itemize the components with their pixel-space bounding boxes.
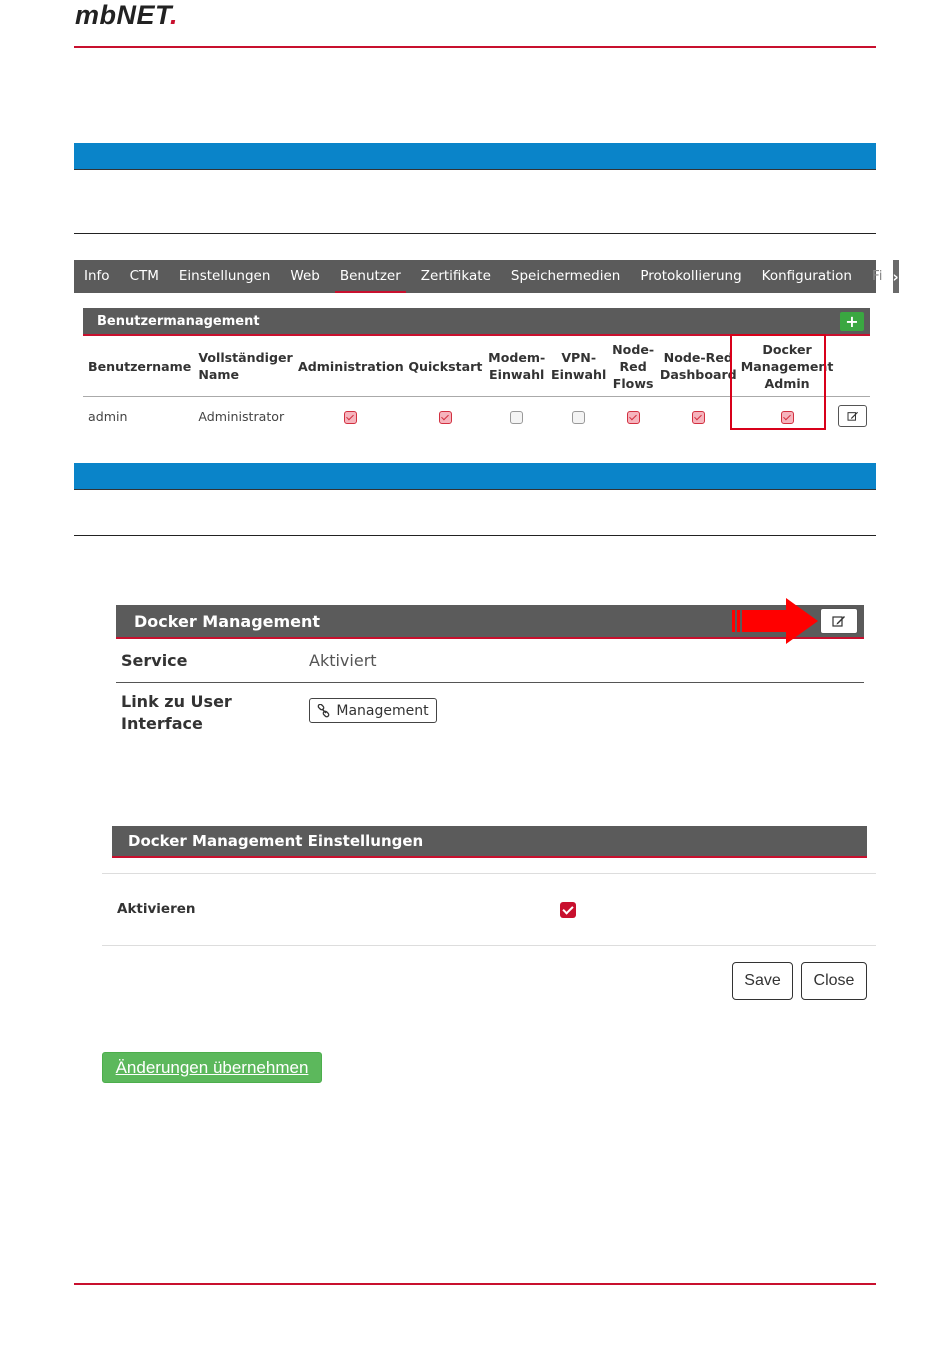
nav-tab-einstellungen[interactable]: Einstellungen — [169, 260, 281, 293]
edit-icon — [847, 411, 858, 421]
nav-tab-speichermedien[interactable]: Speichermedien — [501, 260, 630, 293]
cell-actions — [835, 397, 870, 436]
docker-row-divider — [116, 682, 864, 683]
section-band-1 — [74, 143, 876, 170]
activate-label: Aktivieren — [117, 901, 196, 917]
cell-permission — [484, 397, 549, 436]
nav-tab-benutzer[interactable]: Benutzer — [330, 260, 411, 293]
link-ui-label-line1: Link zu User — [121, 692, 232, 711]
column-header-line: VPN- — [561, 350, 597, 365]
nav-tab-overflow[interactable]: Fi — [862, 260, 893, 293]
cell-permission — [658, 397, 739, 436]
save-button[interactable]: Save — [732, 962, 793, 1000]
column-header-line: Benutzername — [88, 358, 192, 374]
column-header: Vollständiger Name — [193, 336, 296, 397]
column-header: Benutzername — [83, 336, 194, 397]
column-header-line: Dashboard — [659, 367, 737, 382]
column-header-line: Einwahl — [489, 367, 545, 382]
section-rule-2 — [74, 535, 876, 536]
section-band-2 — [74, 463, 876, 490]
main-nav: Info CTM Einstellungen Web Benutzer Zertifika… — [74, 260, 899, 293]
docker-panel-title: Docker Management — [134, 611, 321, 631]
settings-bottom-rule — [102, 945, 876, 946]
add-user-button[interactable]: + — [840, 311, 864, 331]
settings-panel-header: Docker Management Einstellungen — [112, 826, 867, 858]
cell-fullname: Administrator — [198, 408, 285, 424]
link-ui-label-line2: Interface — [121, 714, 203, 733]
cell-permission — [549, 397, 608, 436]
permission-checkbox[interactable] — [626, 410, 640, 424]
permission-checkbox[interactable] — [438, 410, 452, 424]
column-header-line: Node- — [612, 341, 655, 357]
cell-username: admin — [88, 408, 128, 424]
docker-edit-button[interactable] — [820, 608, 858, 634]
column-header-line: Modem- — [488, 350, 546, 365]
apply-changes-button[interactable]: Änderungen übernehmen — [102, 1052, 322, 1083]
settings-top-rule — [102, 873, 876, 874]
column-header-line: Name — [198, 367, 240, 382]
nav-tab-zertifikate[interactable]: Zertifikate — [411, 260, 501, 293]
link-icon — [318, 703, 330, 717]
service-value: Aktiviert — [309, 651, 377, 670]
permission-checkbox[interactable] — [691, 410, 705, 424]
column-header-line: Flows — [612, 375, 654, 391]
service-label: Service — [121, 651, 188, 670]
permission-checkbox[interactable] — [572, 410, 586, 424]
management-link-label: Management — [336, 702, 429, 719]
nav-tab-info[interactable]: Info — [74, 260, 120, 293]
header-divider — [74, 46, 876, 48]
nav-tab-protokollierung[interactable]: Protokollierung — [630, 260, 751, 293]
column-header: Modem- Einwahl — [484, 336, 550, 397]
cell-permission — [295, 397, 406, 436]
nav-tab-konfiguration[interactable]: Konfiguration — [752, 260, 862, 293]
column-header-line: Administration — [298, 358, 404, 374]
settings-panel-title: Docker Management Einstellungen — [128, 832, 424, 850]
link-ui-label: Link zu User Interface — [121, 691, 232, 735]
edit-user-button[interactable] — [838, 405, 868, 427]
column-header-line: Quickstart — [408, 358, 483, 374]
activate-checkbox[interactable] — [560, 902, 576, 918]
permission-checkbox[interactable] — [344, 410, 358, 424]
column-header: Administration — [295, 336, 407, 397]
permission-checkbox[interactable] — [510, 410, 524, 424]
highlight-docker-admin-column — [730, 334, 826, 430]
cell-permission — [608, 397, 658, 436]
nav-tab-ctm[interactable]: CTM — [120, 260, 169, 293]
footer-divider — [74, 1283, 876, 1285]
user-panel-header: Benutzermanagement + — [83, 308, 870, 336]
red-arrow-icon — [732, 598, 818, 644]
chevron-right-icon[interactable]: › — [892, 260, 899, 293]
edit-icon — [832, 616, 845, 627]
cell-permission — [406, 397, 484, 436]
column-header-line: Einwahl — [551, 367, 607, 382]
close-button[interactable]: Close — [801, 962, 867, 1000]
mbnet-logo: mbNET. — [75, 0, 179, 30]
column-header-line: Node-Red — [663, 350, 733, 365]
management-link-button[interactable]: Management — [309, 698, 437, 723]
nav-tab-web[interactable]: Web — [280, 260, 329, 293]
column-header-actions — [835, 336, 870, 397]
column-header: Node- Red Flows — [608, 336, 658, 397]
column-header: VPN- Einwahl — [549, 336, 609, 397]
user-panel-title: Benutzermanagement — [97, 313, 260, 329]
column-header: Quickstart — [406, 336, 485, 397]
column-header-line: Red — [619, 358, 647, 374]
column-header-line: Vollständiger — [198, 350, 293, 365]
section-rule-1 — [74, 233, 876, 234]
column-header: Node-Red Dashboard — [657, 336, 739, 397]
